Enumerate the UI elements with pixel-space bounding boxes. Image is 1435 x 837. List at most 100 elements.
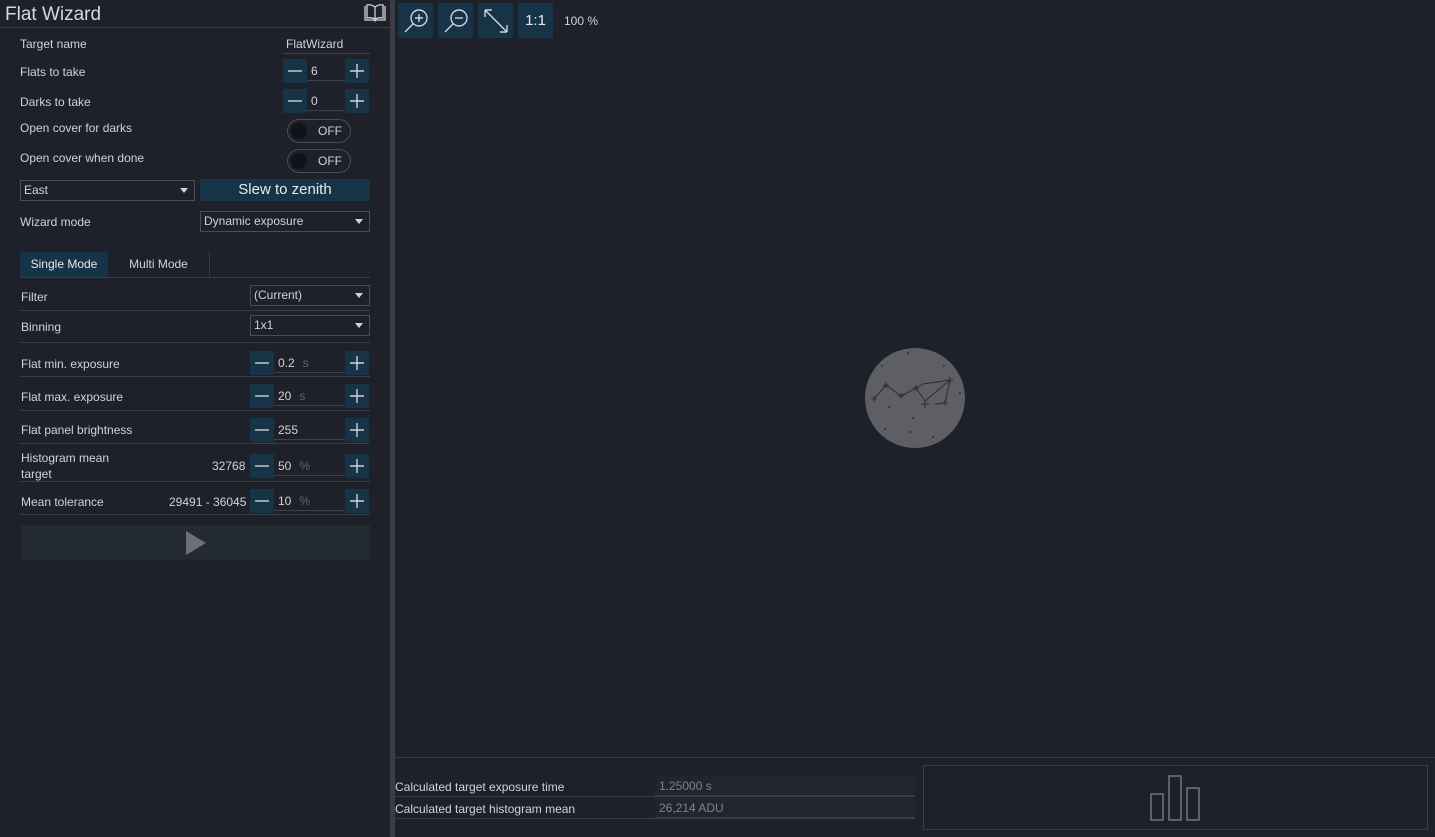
darks-row: Darks to take 0 bbox=[20, 89, 370, 115]
binning-select[interactable]: 1x1 bbox=[250, 315, 370, 336]
divider bbox=[395, 757, 1435, 758]
start-flat-wizard-button[interactable] bbox=[21, 525, 370, 560]
max-exposure-input[interactable]: 20 s bbox=[274, 386, 345, 406]
target-name-label: Target name bbox=[20, 37, 87, 51]
play-icon bbox=[185, 530, 206, 555]
mean-tolerance-increment-button[interactable] bbox=[345, 489, 369, 513]
brightness-input[interactable]: 255 bbox=[274, 420, 345, 440]
zoom-one-to-one-button[interactable]: 1:1 bbox=[518, 3, 553, 38]
flat-wizard-panel: Flat Wizard Target name FlatWizard Flats… bbox=[0, 0, 390, 837]
wizard-mode-row: Wizard mode Dynamic exposure bbox=[20, 211, 370, 233]
histogram-target-adu: 32768 bbox=[212, 459, 246, 473]
slew-to-zenith-button[interactable]: Slew to zenith bbox=[200, 179, 370, 201]
zoom-out-button[interactable] bbox=[438, 3, 473, 38]
open-cover-darks-row: Open cover for darks OFF bbox=[20, 119, 370, 145]
divider bbox=[395, 818, 915, 819]
wizard-mode-value: Dynamic exposure bbox=[204, 214, 304, 228]
min-exposure-row: Flat min. exposure 0.2 s bbox=[20, 351, 370, 377]
mean-tolerance-decrement-button[interactable] bbox=[250, 489, 274, 513]
darks-label: Darks to take bbox=[20, 95, 91, 109]
flats-input[interactable]: 6 bbox=[307, 61, 345, 81]
calculated-mean-label: Calculated target histogram mean bbox=[395, 802, 576, 816]
target-name-input[interactable]: FlatWizard bbox=[283, 34, 370, 54]
divider bbox=[20, 342, 370, 343]
histogram-icon bbox=[1150, 775, 1200, 821]
mean-tolerance-input[interactable]: 10% bbox=[274, 491, 345, 511]
histogram-target-value: 50 bbox=[278, 459, 292, 473]
histogram-target-label-line2: target bbox=[21, 467, 52, 481]
plus-icon bbox=[350, 94, 364, 108]
brightness-decrement-button[interactable] bbox=[250, 418, 274, 442]
image-viewer: 1:1 100 % Calculated target exposure tim… bbox=[395, 0, 1435, 837]
filter-select[interactable]: (Current) bbox=[250, 285, 370, 306]
tab-multi-mode[interactable]: Multi Mode bbox=[108, 252, 210, 277]
flats-row: Flats to take 6 bbox=[20, 59, 370, 85]
unit-seconds: s bbox=[302, 356, 309, 370]
max-exposure-row: Flat max. exposure 20 s bbox=[20, 384, 370, 410]
panel-title: Flat Wizard bbox=[5, 4, 102, 25]
flats-increment-button[interactable] bbox=[345, 59, 369, 83]
mode-tabs: Single Mode Multi Mode bbox=[20, 252, 370, 278]
flats-label: Flats to take bbox=[20, 65, 86, 79]
calculated-mean-value: 26,214 ADU bbox=[655, 798, 915, 818]
divider bbox=[20, 376, 370, 377]
divider bbox=[20, 443, 370, 444]
wizard-mode-select[interactable]: Dynamic exposure bbox=[200, 211, 370, 232]
unit-seconds: s bbox=[299, 389, 306, 403]
open-cover-done-label: Open cover when done bbox=[20, 151, 145, 165]
open-cover-darks-label: Open cover for darks bbox=[20, 121, 133, 135]
min-exposure-value: 0.2 bbox=[278, 356, 295, 370]
chevron-down-icon bbox=[355, 323, 363, 328]
plus-icon bbox=[350, 389, 364, 403]
brightness-increment-button[interactable] bbox=[345, 418, 369, 442]
histogram-panel bbox=[923, 765, 1428, 830]
tab-single-mode[interactable]: Single Mode bbox=[20, 252, 108, 277]
open-cover-done-toggle[interactable]: OFF bbox=[287, 149, 351, 173]
max-exposure-increment-button[interactable] bbox=[345, 384, 369, 408]
direction-value: East bbox=[24, 183, 49, 197]
flats-decrement-button[interactable] bbox=[283, 59, 307, 83]
wizard-mode-label: Wizard mode bbox=[20, 215, 91, 229]
direction-select[interactable]: East bbox=[20, 180, 195, 201]
book-icon[interactable] bbox=[364, 4, 386, 22]
open-cover-darks-toggle[interactable]: OFF bbox=[287, 119, 351, 143]
darks-decrement-button[interactable] bbox=[283, 89, 307, 113]
min-exposure-decrement-button[interactable] bbox=[250, 351, 274, 375]
zoom-in-button[interactable] bbox=[398, 3, 433, 38]
darks-input[interactable]: 0 bbox=[307, 91, 345, 111]
mean-tolerance-row: Mean tolerance 29491 - 36045 10% bbox=[20, 489, 370, 515]
max-exposure-label: Flat max. exposure bbox=[21, 390, 124, 404]
minus-icon bbox=[288, 100, 302, 102]
max-exposure-value: 20 bbox=[278, 389, 292, 403]
divider bbox=[20, 481, 370, 482]
unit-percent: % bbox=[299, 494, 311, 508]
histogram-target-label-line1: Histogram mean bbox=[21, 451, 110, 465]
target-name-row: Target name FlatWizard bbox=[20, 36, 370, 56]
mean-tolerance-label: Mean tolerance bbox=[21, 495, 104, 509]
histogram-target-input[interactable]: 50% bbox=[274, 456, 345, 476]
min-exposure-label: Flat min. exposure bbox=[21, 357, 120, 371]
plus-icon bbox=[350, 64, 364, 78]
minus-icon bbox=[255, 500, 269, 502]
chevron-down-icon bbox=[355, 293, 363, 298]
max-exposure-decrement-button[interactable] bbox=[250, 384, 274, 408]
toggle-knob bbox=[291, 123, 307, 139]
fit-to-screen-button[interactable] bbox=[478, 3, 513, 38]
divider bbox=[20, 514, 370, 515]
zoom-in-icon bbox=[404, 8, 428, 32]
min-exposure-input[interactable]: 0.2 s bbox=[274, 353, 345, 373]
mean-tolerance-range: 29491 - 36045 bbox=[169, 495, 247, 509]
filter-label: Filter bbox=[21, 290, 48, 304]
calculated-exposure-label: Calculated target exposure time bbox=[395, 780, 565, 794]
constellation-placeholder-icon bbox=[865, 348, 965, 448]
unit-percent: % bbox=[299, 459, 311, 473]
plus-icon bbox=[350, 459, 364, 473]
darks-increment-button[interactable] bbox=[345, 89, 369, 113]
toggle-state: OFF bbox=[318, 124, 342, 138]
minus-icon bbox=[288, 70, 302, 72]
histogram-target-decrement-button[interactable] bbox=[250, 454, 274, 478]
histogram-target-increment-button[interactable] bbox=[345, 454, 369, 478]
binning-value: 1x1 bbox=[254, 318, 274, 332]
min-exposure-increment-button[interactable] bbox=[345, 351, 369, 375]
divider bbox=[20, 310, 370, 311]
